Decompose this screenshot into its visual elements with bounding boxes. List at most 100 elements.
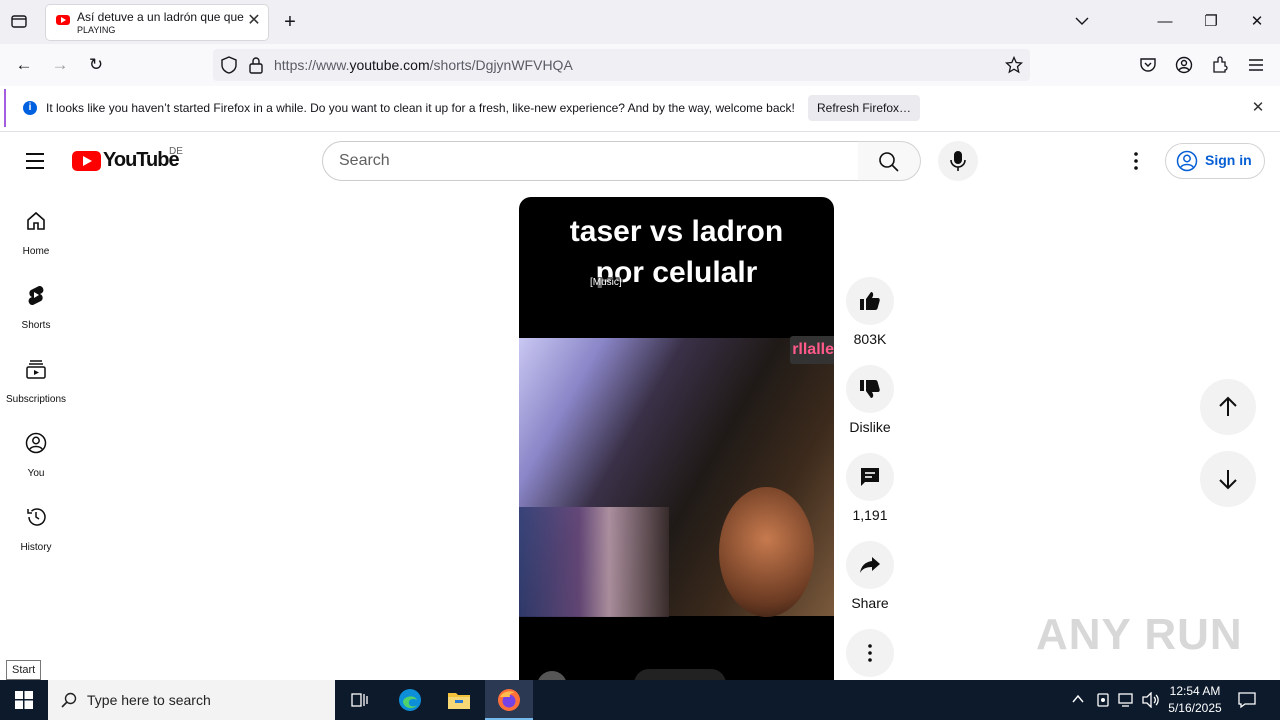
region-code: DE (169, 146, 183, 157)
firefox-taskbar-button[interactable] (485, 680, 533, 720)
sidebar-item-label: History (20, 542, 52, 553)
comment-icon (861, 468, 879, 486)
sidebar-item-history[interactable]: History (0, 506, 72, 576)
sidebar-item-label: Subscriptions (5, 394, 67, 405)
volume-icon[interactable] (1142, 691, 1160, 713)
dislike-button[interactable] (846, 365, 894, 413)
app-menu-icon[interactable] (1248, 56, 1264, 79)
file-explorer-taskbar-button[interactable] (435, 680, 483, 720)
voice-search-button[interactable] (938, 141, 978, 181)
account-icon[interactable] (1175, 56, 1193, 79)
search-input[interactable]: Search (322, 141, 859, 181)
taskbar-search-box[interactable]: Type here to search (48, 680, 335, 720)
sidebar-item-home[interactable]: Home (0, 210, 72, 280)
search-icon (879, 152, 899, 172)
tab-playing-status: PLAYING (77, 25, 116, 35)
notification-center-icon[interactable] (1238, 691, 1256, 714)
subscriptions-icon (26, 360, 46, 379)
tab-close-icon[interactable]: ✕ (244, 11, 264, 31)
home-icon (27, 211, 45, 230)
guide-menu-icon[interactable] (24, 150, 48, 172)
active-tab[interactable]: Así detuve a un ladrón que que PLAYING ✕ (46, 5, 268, 40)
minimize-button[interactable]: — (1150, 10, 1180, 34)
search-button[interactable] (858, 141, 921, 181)
caption-text: [Music] (589, 277, 623, 288)
you-icon (25, 432, 47, 454)
sidebar-item-you[interactable]: You (0, 432, 72, 502)
shorts-video-player[interactable]: taser vs ladron por celulalr [Music] rll… (519, 197, 834, 680)
firefox-notification-bar: i It looks like you haven’t started Fire… (4, 89, 1278, 127)
video-overlay-line1: taser vs ladron (569, 215, 784, 248)
video-crowd (519, 507, 669, 617)
notification-close-icon[interactable]: ✕ (1248, 98, 1268, 118)
sidebar-item-shorts[interactable]: Shorts (0, 284, 72, 354)
url-bar[interactable]: https://www.youtube.com/shorts/DgjynWFVH… (213, 49, 1030, 81)
tab-bar: Así detuve a un ladrón que que PLAYING ✕… (0, 0, 1280, 44)
info-icon: i (23, 101, 37, 115)
share-label: Share (851, 595, 889, 611)
more-actions-button[interactable] (846, 629, 894, 677)
youtube-logo-text[interactable]: YouTube (103, 149, 180, 172)
edge-icon (399, 689, 421, 711)
restore-button[interactable]: ❐ (1196, 10, 1226, 34)
windows-taskbar: Type here to search 12:54 AM 5/16/2025 (0, 680, 1280, 720)
next-video-button[interactable] (1200, 451, 1256, 507)
comments-button[interactable] (846, 453, 894, 501)
dislike-label: Dislike (849, 419, 891, 435)
sign-in-label: Sign in (1205, 152, 1252, 168)
like-button[interactable] (846, 277, 894, 325)
url-text[interactable]: https://www.youtube.com/shorts/DgjynWFVH… (274, 57, 573, 73)
forward-button[interactable]: → (47, 53, 73, 77)
firefox-icon (498, 689, 520, 711)
thumbs-up-icon (860, 292, 880, 310)
previous-video-button[interactable] (1200, 379, 1256, 435)
close-window-button[interactable]: ✕ (1242, 10, 1272, 34)
new-tab-button[interactable]: + (280, 10, 300, 34)
video-overlay-line2: por celulalr (595, 256, 758, 289)
comment-count: 1,191 (852, 507, 888, 523)
meet-now-icon[interactable] (1096, 692, 1110, 713)
refresh-firefox-button[interactable]: Refresh Firefox… (808, 95, 920, 121)
start-button[interactable] (0, 680, 48, 720)
network-icon[interactable] (1118, 692, 1136, 713)
task-view-button[interactable] (336, 680, 384, 720)
share-button[interactable] (846, 541, 894, 589)
user-circle-icon (1176, 150, 1198, 172)
navigation-toolbar: ← → ↻ https://www.youtube.com/shorts/Dgj… (0, 44, 1280, 86)
search-placeholder: Search (339, 152, 390, 169)
tab-overflow-icon[interactable] (1067, 10, 1097, 34)
tab-list-icon[interactable] (10, 12, 30, 32)
divider (0, 131, 1280, 132)
back-button[interactable]: ← (11, 53, 37, 77)
notification-message: It looks like you haven’t started Firefo… (46, 101, 795, 115)
edge-taskbar-button[interactable] (386, 680, 434, 720)
microphone-icon (950, 151, 966, 171)
show-hidden-icons-chevron-icon[interactable] (1071, 692, 1085, 711)
extensions-icon[interactable] (1211, 56, 1229, 79)
anyrun-watermark: ANY RUN (1036, 610, 1243, 659)
sidebar-item-label: Shorts (21, 320, 51, 331)
pocket-icon[interactable] (1139, 56, 1157, 79)
subscribe-button[interactable] (634, 669, 726, 680)
youtube-logo-icon[interactable] (72, 151, 101, 171)
bookmark-star-icon[interactable] (1004, 55, 1024, 79)
taskbar-clock[interactable]: 12:54 AM 5/16/2025 (1162, 683, 1228, 717)
share-icon (860, 557, 880, 573)
magnifier-icon (61, 692, 77, 708)
folder-icon (448, 693, 470, 709)
video-face (719, 487, 814, 617)
lock-icon[interactable] (249, 56, 263, 79)
clock-time: 12:54 AM (1169, 684, 1221, 698)
shorts-icon (28, 285, 44, 306)
sign-in-button[interactable]: Sign in (1165, 143, 1265, 179)
tracking-shield-icon[interactable] (221, 56, 237, 79)
channel-avatar[interactable] (537, 671, 567, 680)
reload-button[interactable]: ↻ (83, 53, 109, 77)
settings-more-icon[interactable] (1124, 149, 1148, 173)
sidebar-item-label: You (27, 468, 45, 479)
clock-date: 5/16/2025 (1168, 701, 1222, 715)
sidebar-item-label: Home (22, 246, 50, 257)
youtube-favicon-icon (56, 15, 70, 25)
sidebar-item-subscriptions[interactable]: Subscriptions (0, 358, 72, 428)
more-vertical-icon (868, 644, 872, 662)
